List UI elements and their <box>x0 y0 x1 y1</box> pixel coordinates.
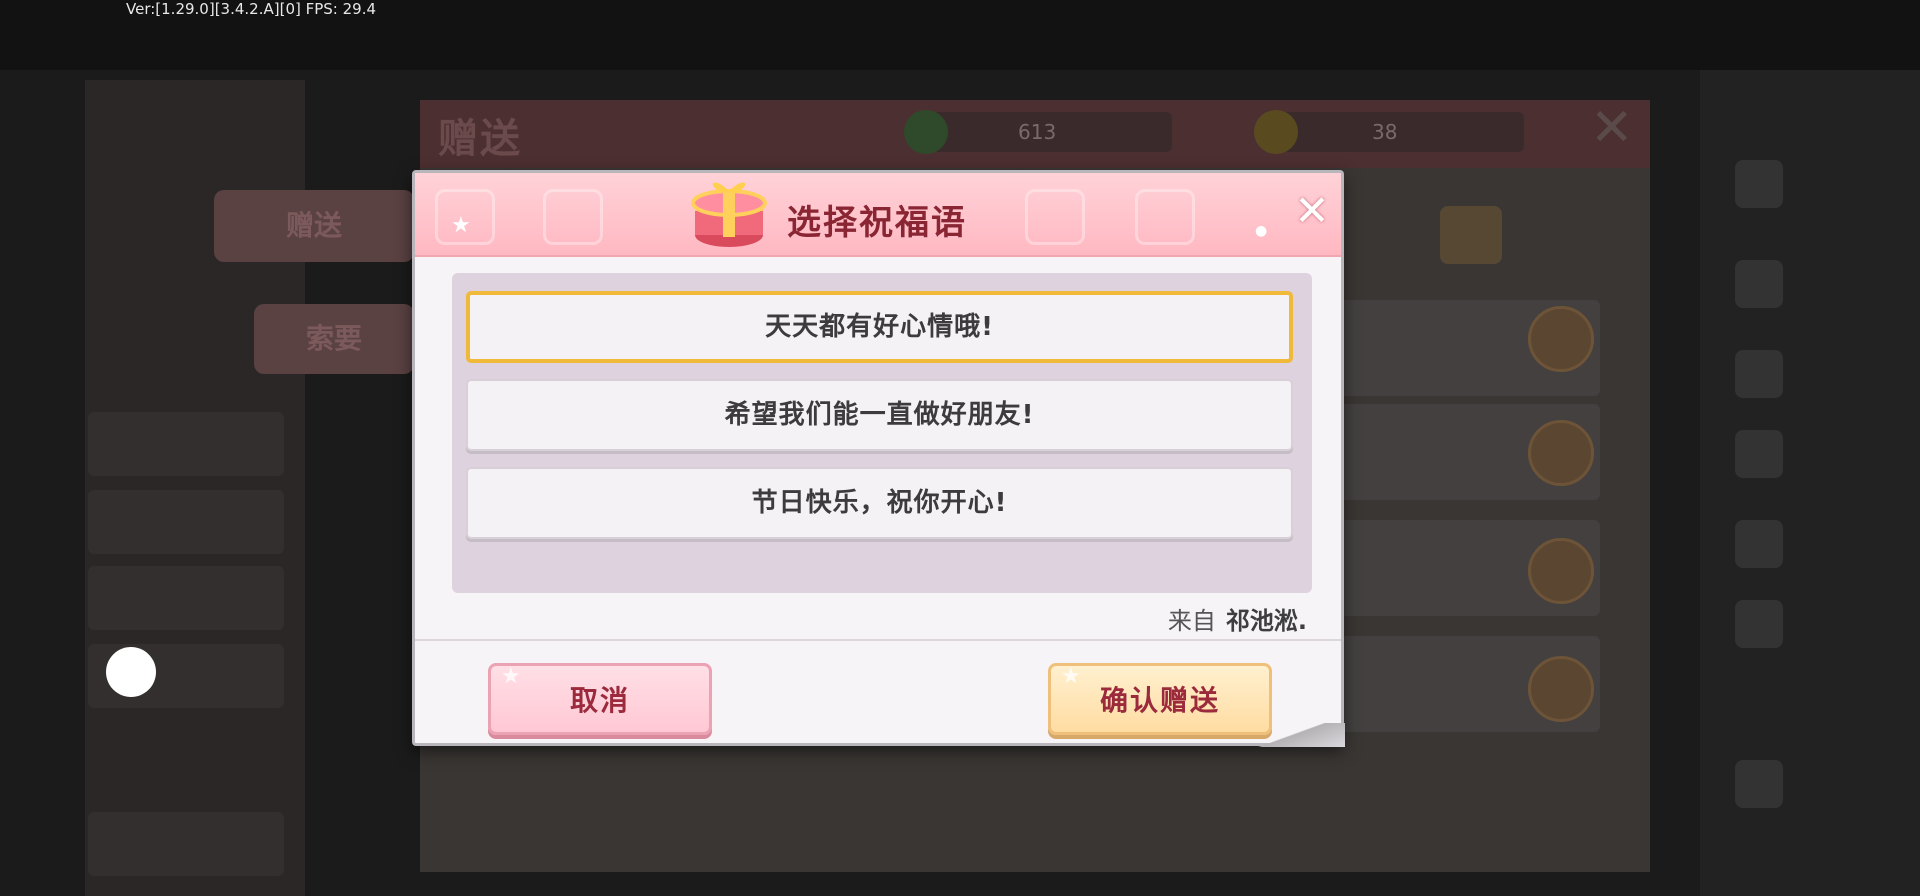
background-right-icon <box>1735 600 1783 648</box>
debug-version-text: Ver:[1.29.0][3.4.2.A][0] FPS: 29.4 <box>126 0 377 18</box>
background-right-panel <box>1700 70 1920 896</box>
sparkle-icon: ● <box>1255 223 1268 239</box>
background-tab-give[interactable]: 赠送 <box>214 190 414 262</box>
dialog-title: 选择祝福语 <box>787 203 967 243</box>
gift-icon[interactable] <box>1528 538 1594 604</box>
background-right-icon <box>1735 760 1783 808</box>
background-tab-request[interactable]: 索要 <box>254 304 414 374</box>
sender-label: 来自 <box>1167 607 1216 635</box>
background-close-icon[interactable]: ✕ <box>1590 98 1634 158</box>
background-side-item <box>88 812 284 876</box>
header-pattern <box>543 189 603 245</box>
cancel-button[interactable]: ★ 取消 <box>488 663 712 735</box>
gift-icon[interactable] <box>1528 420 1594 486</box>
background-side-item <box>88 412 284 476</box>
gift-icon[interactable] <box>1528 656 1594 722</box>
search-icon[interactable] <box>1440 206 1502 264</box>
touch-indicator <box>106 647 156 697</box>
blessing-options-list: 天天都有好心情哦! 希望我们能一直做好朋友! 节日快乐，祝你开心! <box>452 273 1312 593</box>
close-icon[interactable]: ✕ <box>1291 190 1333 233</box>
background-coin-count: 38 <box>1372 120 1398 144</box>
background-right-icon <box>1735 430 1783 478</box>
star-decoration-icon: ★ <box>501 664 523 689</box>
cancel-button-label: 取消 <box>569 684 630 717</box>
gift-icon[interactable] <box>1528 306 1594 372</box>
gold-coin-icon <box>1254 110 1298 154</box>
blessing-option-3[interactable]: 节日快乐，祝你开心! <box>466 467 1293 539</box>
background-right-icon <box>1735 520 1783 568</box>
dialog-divider <box>415 639 1341 641</box>
background-side-item <box>88 490 284 554</box>
background-gem-count: 613 <box>1018 120 1057 144</box>
page-curl-decoration <box>1235 723 1345 747</box>
sparkle-icon: ★ <box>451 213 471 238</box>
dialog-header: ★ ● 选择祝福语 ✕ <box>415 173 1341 257</box>
confirm-gift-button-label: 确认赠送 <box>1099 684 1220 717</box>
blessing-select-dialog: ★ ● 选择祝福语 ✕ 天天都有好心情哦! 希望我们能一直做好朋友! 节日快乐，… <box>412 170 1345 747</box>
background-right-icon <box>1735 160 1783 208</box>
background-right-icon <box>1735 350 1783 398</box>
header-pattern <box>1025 189 1085 245</box>
sender-line: 来自 祁池淞. <box>1168 601 1307 636</box>
background-window-title: 赠送 <box>438 116 522 162</box>
background-right-icon <box>1735 260 1783 308</box>
sender-name: 祁池淞. <box>1225 607 1307 635</box>
star-decoration-icon: ★ <box>1061 664 1083 689</box>
background-side-item <box>88 566 284 630</box>
header-pattern <box>1135 189 1195 245</box>
gift-box-icon <box>691 182 767 247</box>
blessing-option-1[interactable]: 天天都有好心情哦! <box>466 291 1293 363</box>
blessing-option-2[interactable]: 希望我们能一直做好朋友! <box>466 379 1293 451</box>
green-gem-icon <box>904 110 948 154</box>
